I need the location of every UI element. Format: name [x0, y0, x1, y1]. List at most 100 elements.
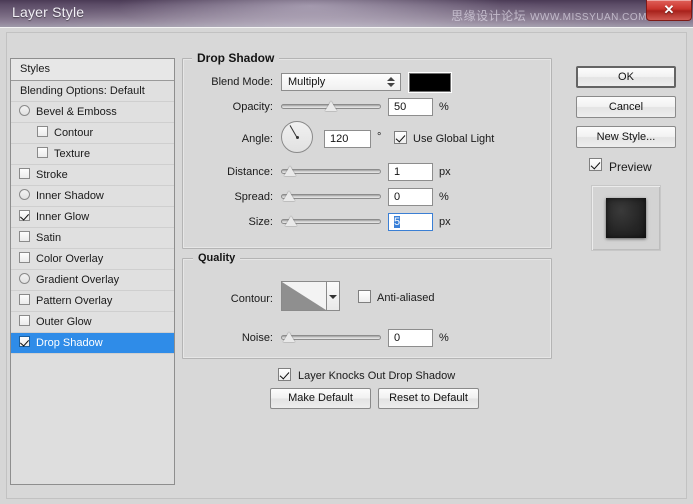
styles-list-item[interactable]: Bevel & Emboss: [11, 102, 174, 123]
distance-slider-track: [281, 169, 381, 174]
quality-group-title: Quality: [193, 252, 241, 264]
styles-list-item[interactable]: Drop Shadow: [11, 333, 174, 354]
styles-list-item-label: Bevel & Emboss: [36, 106, 117, 118]
distance-field[interactable]: 1: [388, 163, 433, 181]
noise-slider-track: [281, 335, 381, 340]
styles-list-item-blending-options[interactable]: Blending Options: Default: [11, 81, 174, 102]
spread-slider-track: [281, 194, 381, 199]
checkbox-checked-icon[interactable]: [19, 210, 30, 221]
styles-list-item[interactable]: Inner Shadow: [11, 186, 174, 207]
styles-panel: Styles Blending Options: Default Bevel & …: [10, 58, 175, 485]
styles-list-item[interactable]: Inner Glow: [11, 207, 174, 228]
checkbox-unchecked-icon[interactable]: [19, 294, 30, 305]
noise-field[interactable]: 0: [388, 329, 433, 347]
anti-aliased-label: Anti-aliased: [377, 292, 435, 304]
settings-pane: Drop Shadow Structure Blend Mode: Multip…: [182, 51, 558, 483]
styles-list-item-label: Satin: [36, 232, 62, 244]
styles-list-item[interactable]: Contour: [11, 123, 174, 144]
watermark-url-text: WWW.MISSYUAN.COM: [530, 12, 647, 23]
opacity-unit: %: [439, 101, 449, 113]
noise-slider-thumb[interactable]: [282, 332, 295, 342]
checkbox-unchecked-icon[interactable]: [37, 126, 48, 137]
angle-dial[interactable]: [281, 121, 313, 153]
checkbox-unchecked-icon[interactable]: [19, 168, 30, 179]
styles-list-item-label: Inner Glow: [36, 211, 90, 223]
blend-mode-select[interactable]: Multiply: [281, 73, 401, 91]
spread-field[interactable]: 0: [388, 188, 433, 206]
watermark: 思缘设计论坛 WWW.MISSYUAN.COM: [451, 7, 647, 24]
angle-label: Angle:: [241, 133, 273, 145]
styles-list-item[interactable]: Color Overlay: [11, 249, 174, 270]
checkbox-unchecked-icon[interactable]: [19, 252, 30, 263]
spread-slider-thumb[interactable]: [282, 191, 295, 201]
styles-panel-header: Styles: [11, 59, 174, 81]
updown-arrows-icon: [387, 77, 395, 89]
opacity-field[interactable]: 50: [388, 98, 433, 116]
styles-list-item-label: Inner Shadow: [36, 190, 104, 202]
checkbox-checked-icon[interactable]: [19, 336, 30, 347]
spread-slider[interactable]: [281, 189, 381, 203]
ok-button[interactable]: OK: [576, 66, 676, 88]
styles-list-item[interactable]: Pattern Overlay: [11, 291, 174, 312]
contour-preview[interactable]: [281, 281, 327, 311]
noise-label: Noise:: [241, 332, 273, 344]
styles-list-item-label: Drop Shadow: [36, 337, 103, 349]
preview-label: Preview: [609, 160, 652, 174]
styles-list-item-label: Contour: [54, 127, 94, 139]
contour-label: Contour:: [230, 293, 273, 305]
checkbox-unchecked-icon[interactable]: [19, 273, 30, 284]
styles-list-item[interactable]: Texture: [11, 144, 174, 165]
cancel-button[interactable]: Cancel: [576, 96, 676, 118]
structure-group: Structure Blend Mode: Multiply Opacity: …: [182, 52, 552, 249]
layer-knocks-out-label: Layer Knocks Out Drop Shadow: [298, 370, 456, 382]
window-titlebar[interactable]: Layer Style 思缘设计论坛 WWW.MISSYUAN.COM ✕: [0, 0, 693, 27]
opacity-slider[interactable]: [281, 99, 381, 113]
styles-list-item-label: Gradient Overlay: [36, 274, 120, 286]
quality-group: Quality Contour: Anti-aliased Noise: 0 %: [182, 252, 552, 359]
checkbox-unchecked-icon[interactable]: [37, 147, 48, 158]
noise-slider[interactable]: [281, 330, 381, 344]
preview-thumbnail-frame: [591, 185, 661, 251]
styles-list-item[interactable]: Satin: [11, 228, 174, 249]
spread-label: Spread:: [234, 191, 273, 203]
styles-list-item[interactable]: Gradient Overlay: [11, 270, 174, 291]
contour-dropdown-button[interactable]: [327, 281, 340, 311]
size-value: 5: [394, 216, 401, 228]
angle-field[interactable]: 120: [324, 130, 371, 148]
chevron-down-icon: [329, 295, 337, 299]
opacity-slider-thumb[interactable]: [325, 101, 337, 111]
distance-slider-thumb[interactable]: [283, 166, 296, 176]
checkbox-unchecked-icon[interactable]: [19, 231, 30, 242]
spread-value: 0: [394, 191, 401, 203]
noise-value: 0: [394, 332, 401, 344]
use-global-light-label: Use Global Light: [413, 133, 495, 145]
size-slider[interactable]: [281, 214, 381, 228]
styles-list[interactable]: Blending Options: Default Bevel & Emboss C…: [11, 81, 174, 484]
preview-thumbnail: [606, 198, 646, 238]
preview-checkbox[interactable]: [589, 158, 602, 171]
opacity-label: Opacity:: [232, 101, 273, 113]
make-default-button[interactable]: Make Default: [270, 388, 371, 409]
reset-to-default-button[interactable]: Reset to Default: [378, 388, 479, 409]
watermark-cn-text: 思缘设计论坛: [451, 9, 527, 23]
distance-label: Distance:: [227, 166, 273, 178]
styles-list-item-label: Pattern Overlay: [36, 295, 113, 307]
opacity-value: 50: [394, 101, 407, 113]
size-field[interactable]: 5: [388, 213, 433, 231]
checkbox-unchecked-icon[interactable]: [19, 105, 30, 116]
size-unit: px: [439, 216, 451, 228]
layer-knocks-out-checkbox[interactable]: [278, 368, 291, 381]
checkbox-unchecked-icon[interactable]: [19, 189, 30, 200]
noise-unit: %: [439, 332, 449, 344]
size-slider-thumb[interactable]: [284, 216, 297, 226]
use-global-light-checkbox[interactable]: [394, 131, 407, 144]
styles-list-item[interactable]: Outer Glow: [11, 312, 174, 333]
styles-list-item[interactable]: Stroke: [11, 165, 174, 186]
distance-slider[interactable]: [281, 164, 381, 178]
close-icon[interactable]: ✕: [646, 0, 692, 21]
anti-aliased-checkbox[interactable]: [358, 290, 371, 303]
new-style-button[interactable]: New Style...: [576, 126, 676, 148]
checkbox-unchecked-icon[interactable]: [19, 315, 30, 326]
shadow-color-swatch[interactable]: [409, 73, 451, 92]
angle-unit: °: [377, 131, 382, 143]
